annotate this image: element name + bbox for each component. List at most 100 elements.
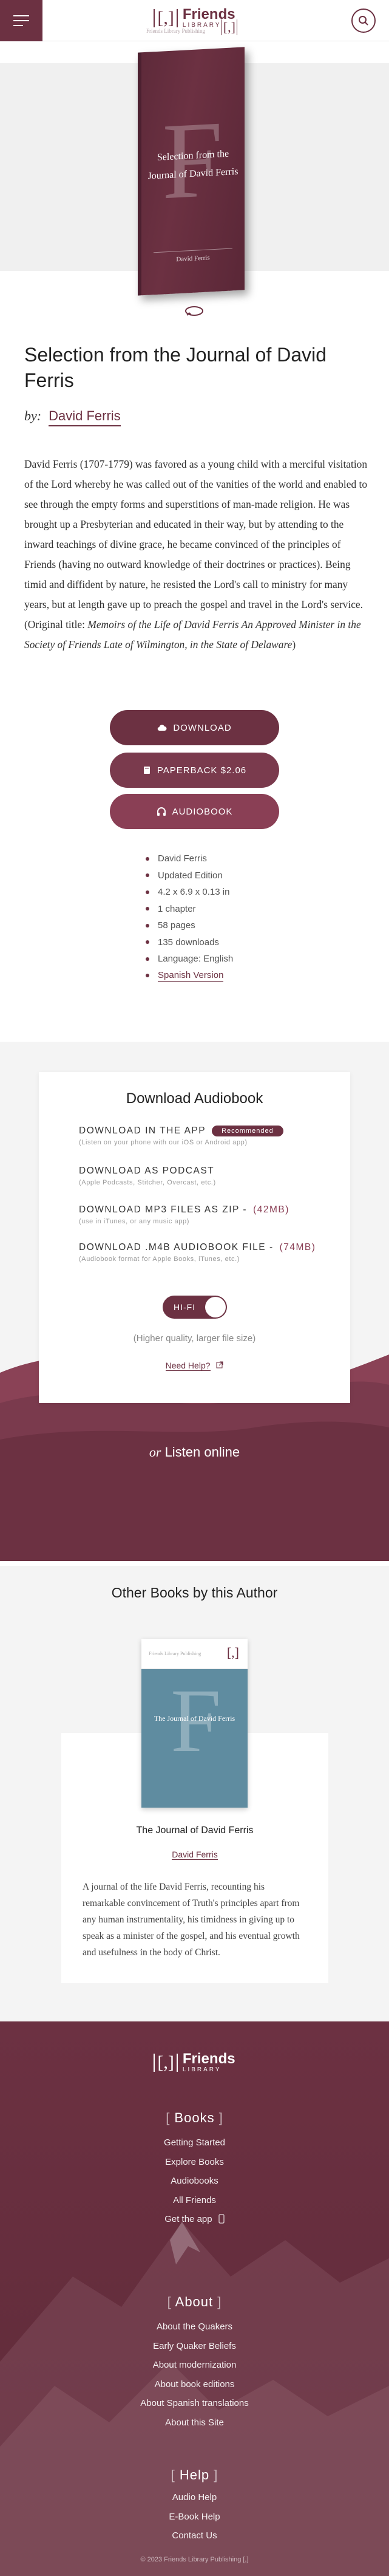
need-help-link[interactable]: Need Help?: [39, 1361, 350, 1371]
search-icon: [359, 16, 368, 26]
footer-logo[interactable]: [,] Friends LIBRARY: [0, 2052, 389, 2074]
detail-size: 4.2 x 6.9 x 0.13 in: [146, 884, 233, 901]
listen-online-label: Listen online: [164, 1444, 240, 1460]
option-size: (74MB): [279, 1242, 316, 1252]
book-title: Selection from the Journal of David Ferr…: [24, 344, 327, 391]
detail-text: Language: English: [158, 954, 234, 964]
footer-link[interactable]: Getting Started: [0, 2133, 389, 2153]
hifi-label: HI-FI: [174, 1302, 196, 1312]
audiobook-label: AUDIOBOOK: [172, 806, 233, 817]
search-button[interactable]: [351, 9, 376, 33]
spanish-version-link[interactable]: Spanish Version: [158, 970, 224, 982]
footer-link[interactable]: All Friends: [0, 2191, 389, 2210]
option-label: DOWNLOAD IN THE APP: [79, 1126, 206, 1136]
footer-books-section: [ Books ] Getting Started Explore Books …: [0, 2110, 389, 2229]
download-audiobook-card: Download Audiobook DOWNLOAD IN THE APP Re…: [39, 1072, 350, 1403]
option-label: DOWNLOAD AS PODCAST: [79, 1166, 215, 1176]
paperback-label: PAPERBACK $2.06: [157, 765, 247, 776]
paperback-button[interactable]: PAPERBACK $2.06: [110, 753, 279, 788]
option-size: (42MB): [253, 1204, 289, 1215]
footer-link[interactable]: About the Quakers: [0, 2317, 389, 2337]
need-help-label: Need Help?: [165, 1361, 211, 1371]
footer-link[interactable]: Explore Books: [0, 2153, 389, 2172]
detail-text: 135 downloads: [158, 937, 219, 948]
detail-text: David Ferris: [158, 853, 207, 864]
listen-or: or: [149, 1444, 161, 1460]
audiobook-button[interactable]: AUDIOBOOK: [110, 794, 279, 829]
cover-topband: Friends Library Publishing [,]: [141, 1639, 248, 1669]
footer-logo-subtitle: LIBRARY: [182, 2066, 222, 2073]
footer-link[interactable]: About this Site: [0, 2413, 389, 2433]
detail-text: 1 chapter: [158, 903, 196, 914]
other-book-author: David Ferris: [61, 1850, 328, 1860]
description-end: ): [292, 638, 296, 651]
detail-edition: Updated Edition: [146, 867, 233, 884]
download-label: DOWNLOAD: [173, 722, 232, 733]
description-text: David Ferris (1707-1779) was favored as …: [24, 458, 368, 630]
download-mp3-option[interactable]: DOWNLOAD MP3 FILES AS ZIP - (42MB) (use i…: [79, 1204, 289, 1225]
footer-link[interactable]: Contact Us: [0, 2526, 389, 2546]
footer-about-section: [ About ] About the Quakers Early Quaker…: [0, 2294, 389, 2432]
footer-link[interactable]: About modernization: [0, 2356, 389, 2375]
book-cover-3d[interactable]: Friends Library Publishing [,] F Selecti…: [138, 19, 245, 299]
site-header: [,] Friends LIBRARY: [0, 0, 389, 41]
bullet-icon: [146, 940, 149, 945]
footer-logo-mark: [,]: [154, 2054, 178, 2072]
other-books-heading: Other Books by this Author: [111, 1585, 278, 1601]
footer-link[interactable]: Early Quaker Beliefs: [0, 2337, 389, 2356]
site-footer: [,] Friends LIBRARY [ Books ] Getting St…: [0, 2021, 389, 2576]
rotate-book-icon[interactable]: [183, 304, 205, 318]
detail-text: Updated Edition: [158, 870, 223, 881]
footer-link[interactable]: About Spanish translations: [0, 2394, 389, 2413]
footer-help-section: [ Help ] Audio Help E-Book Help Contact …: [0, 2467, 389, 2546]
option-sub: (Listen on your phone with our iOS or An…: [79, 1139, 248, 1146]
detail-chapters: 1 chapter: [146, 901, 233, 918]
footer-link[interactable]: About book editions: [0, 2375, 389, 2394]
audiobook-heading: Download Audiobook: [126, 1090, 263, 1107]
author-by-label: by:: [24, 408, 42, 423]
author-link[interactable]: David Ferris: [49, 408, 121, 426]
download-button[interactable]: DOWNLOAD: [110, 710, 279, 745]
bullet-icon: [146, 856, 149, 861]
cover-rule: [154, 248, 232, 253]
book-icon: [143, 767, 150, 774]
footer-get-app-link[interactable]: Get the app: [0, 2210, 389, 2229]
other-book-cover[interactable]: Friends Library Publishing [,] F The Jou…: [141, 1639, 248, 1808]
footer-link[interactable]: E-Book Help: [0, 2507, 389, 2527]
book-cover: F Selection from the Journal of David Fe…: [138, 47, 245, 296]
external-link-icon: [216, 1361, 223, 1368]
logo-mark: [,]: [154, 9, 178, 27]
other-author-link[interactable]: David Ferris: [172, 1850, 218, 1860]
copyright: © 2023 Friends Library Publishing [,]: [140, 2556, 249, 2563]
download-m4b-option[interactable]: DOWNLOAD .M4B AUDIOBOOK FILE - (74MB) (Au…: [79, 1242, 316, 1263]
detail-text: 4.2 x 6.9 x 0.13 in: [158, 887, 230, 897]
phone-icon: [218, 2214, 225, 2224]
detail-spanish-version[interactable]: Spanish Version: [146, 968, 233, 985]
footer-books-heading: [ Books ]: [166, 2110, 223, 2125]
author-line: by: David Ferris: [24, 408, 121, 426]
listen-online-link[interactable]: or Listen online: [0, 1444, 389, 1460]
footer-about-heading: [ About ]: [167, 2294, 222, 2309]
cover-title: Selection from the Journal of David Ferr…: [147, 148, 238, 182]
cover-publisher: Friends Library Publishing: [149, 1651, 201, 1656]
option-sub: (use in iTunes, or any music app): [79, 1218, 190, 1225]
option-sub: (Audiobook format for Apple Books, iTune…: [79, 1256, 240, 1263]
footer-link[interactable]: Audiobooks: [0, 2171, 389, 2191]
headphones-icon: [157, 807, 166, 816]
option-sub: (Apple Podcasts, Stitcher, Overcast, etc…: [79, 1179, 216, 1186]
other-book-title[interactable]: The Journal of David Ferris: [61, 1825, 328, 1836]
site-logo[interactable]: [,] Friends LIBRARY: [0, 7, 389, 29]
download-podcast-option[interactable]: DOWNLOAD AS PODCAST (Apple Podcasts, Sti…: [79, 1166, 216, 1186]
bullet-icon: [146, 873, 149, 878]
cover-title: The Journal of David Ferris: [154, 1714, 235, 1723]
hifi-toggle[interactable]: HI-FI: [163, 1296, 227, 1319]
book-description: David Ferris (1707-1779) was favored as …: [24, 454, 370, 655]
bullet-icon: [146, 957, 149, 961]
toggle-knob: [205, 1297, 226, 1317]
footer-link[interactable]: Audio Help: [0, 2488, 389, 2507]
detail-text: 58 pages: [158, 920, 195, 931]
download-in-app-option[interactable]: DOWNLOAD IN THE APP Recommended (Listen o…: [79, 1126, 283, 1146]
bullet-icon: [146, 890, 149, 894]
cloud-icon: [158, 725, 167, 731]
cover-logo: [,]: [226, 1645, 239, 1660]
